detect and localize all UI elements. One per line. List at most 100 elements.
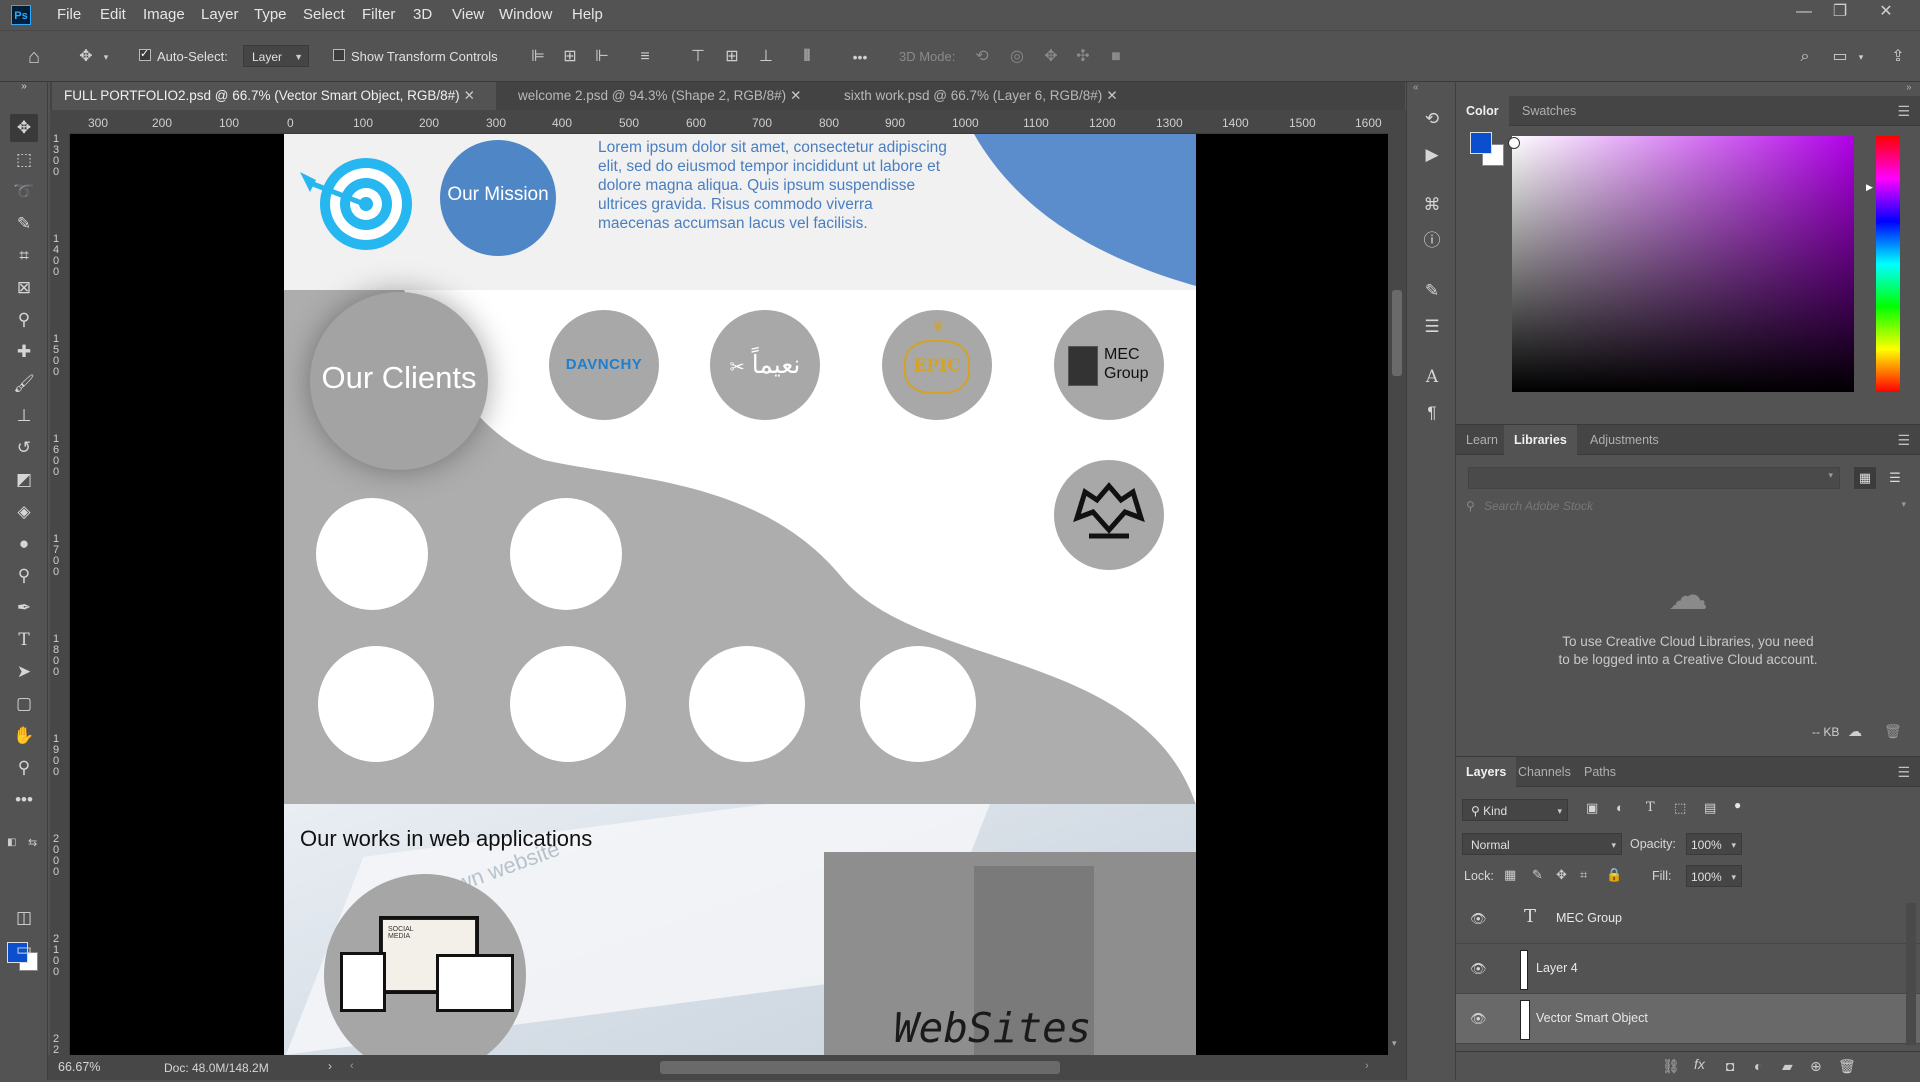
- 3d-icon[interactable]: ⌘: [1419, 192, 1445, 218]
- distribute-vertical-icon[interactable]: ⫴: [795, 45, 819, 69]
- collapse-icon[interactable]: «: [1413, 82, 1419, 93]
- paragraph-icon[interactable]: ¶: [1419, 400, 1445, 426]
- frame-tool-icon[interactable]: ⊠: [10, 274, 38, 302]
- collapse-icon[interactable]: »: [1906, 82, 1912, 93]
- menu-help[interactable]: Help: [572, 0, 603, 30]
- filter-type-icon[interactable]: T: [1646, 800, 1655, 815]
- visibility-eye-icon[interactable]: 👁: [1470, 961, 1487, 977]
- hand-tool-icon[interactable]: ✋: [10, 722, 38, 750]
- color-picker-handle[interactable]: [1508, 137, 1520, 149]
- panel-menu-icon[interactable]: ☰: [1897, 764, 1910, 781]
- tab-full-portfolio[interactable]: FULL PORTFOLIO2.psd @ 66.7% (Vector Smar…: [52, 82, 496, 110]
- layer-row-mec-group[interactable]: 👁 T MEC Group: [1456, 894, 1920, 944]
- quick-selection-tool-icon[interactable]: ✎: [10, 210, 38, 238]
- lock-artboard-icon[interactable]: ⌗: [1580, 867, 1587, 883]
- chevron-down-icon[interactable]: ▾: [1901, 499, 1906, 510]
- layer-row-layer-4[interactable]: 👁 Layer 4: [1456, 944, 1920, 994]
- menu-layer[interactable]: Layer: [201, 0, 239, 30]
- trash-icon[interactable]: 🗑: [1838, 1058, 1856, 1075]
- minimize-button[interactable]: —: [1786, 0, 1822, 26]
- eyedropper-tool-icon[interactable]: ⚲: [10, 306, 38, 334]
- opacity-field[interactable]: 100% ▾: [1686, 833, 1742, 855]
- pen-tool-icon[interactable]: ✒: [10, 594, 38, 622]
- cc-sync-icon[interactable]: ☁: [1848, 723, 1862, 740]
- horizontal-ruler[interactable]: 300 200 100 0 100 200 300 400 500 600 70…: [70, 110, 1388, 134]
- fill-field[interactable]: 100% ▾: [1686, 865, 1742, 887]
- tab-paths[interactable]: Paths: [1574, 757, 1626, 787]
- tab-libraries[interactable]: Libraries: [1504, 425, 1577, 455]
- align-left-icon[interactable]: ⊫: [526, 45, 550, 69]
- quick-mask-icon[interactable]: ◫: [10, 904, 38, 932]
- actions-play-icon[interactable]: ▶: [1419, 142, 1445, 168]
- grid-view-icon[interactable]: ▦: [1854, 467, 1876, 489]
- ruler-origin[interactable]: [50, 110, 70, 134]
- auto-select-target-dropdown[interactable]: Layer ▼: [243, 45, 309, 67]
- chevron-down-icon[interactable]: ▾: [100, 45, 112, 69]
- canvas-area[interactable]: Our Mission Lorem ipsum dolor sit amet, …: [70, 134, 1388, 1055]
- workspace-icon[interactable]: ▭: [1828, 45, 1852, 69]
- info-icon[interactable]: ⓘ: [1419, 228, 1445, 254]
- align-bottom-icon[interactable]: ⊥: [754, 45, 778, 69]
- distribute-icon[interactable]: ≡: [633, 45, 657, 69]
- lock-pixels-icon[interactable]: ✎: [1532, 867, 1543, 883]
- lock-position-icon[interactable]: ✥: [1556, 867, 1567, 883]
- adjust-sliders-icon[interactable]: ☰: [1419, 314, 1445, 340]
- type-tool-icon[interactable]: T: [10, 626, 38, 654]
- library-select[interactable]: ▾: [1468, 467, 1840, 489]
- stock-search-input[interactable]: Search Adobe Stock: [1484, 499, 1884, 513]
- close-icon[interactable]: ✕: [464, 88, 475, 103]
- scroll-thumb[interactable]: [1392, 290, 1402, 376]
- layers-scrollbar[interactable]: [1906, 903, 1916, 1045]
- scroll-left-icon[interactable]: ‹: [350, 1060, 354, 1072]
- auto-select-checkbox[interactable]: [139, 47, 151, 61]
- trash-icon[interactable]: 🗑: [1884, 723, 1902, 740]
- menu-type[interactable]: Type: [254, 0, 287, 30]
- collapse-icon[interactable]: »: [10, 80, 38, 94]
- zoom-level[interactable]: 66.67%: [58, 1060, 100, 1074]
- document-canvas[interactable]: Our Mission Lorem ipsum dolor sit amet, …: [284, 134, 1196, 1055]
- default-colors-icon[interactable]: ◧: [7, 837, 19, 849]
- foreground-color-swatch[interactable]: [1470, 132, 1492, 154]
- align-top-icon[interactable]: ⊤: [686, 45, 710, 69]
- tab-channels[interactable]: Channels: [1508, 757, 1581, 787]
- lasso-tool-icon[interactable]: ➰: [10, 178, 38, 206]
- filter-toggle-icon[interactable]: ●: [1734, 798, 1741, 812]
- chevron-right-icon[interactable]: ›: [328, 1059, 332, 1073]
- align-hcenter-icon[interactable]: ⊞: [558, 45, 582, 69]
- swap-colors-icon[interactable]: ⇆: [28, 836, 37, 849]
- layer-filter-dropdown[interactable]: ⚲ Kind ▾: [1462, 799, 1568, 821]
- new-group-icon[interactable]: ▰: [1782, 1058, 1793, 1075]
- adjustment-layer-icon[interactable]: ◐: [1754, 1058, 1762, 1074]
- path-selection-tool-icon[interactable]: ➤: [10, 658, 38, 686]
- zoom-tool-icon[interactable]: ⚲: [10, 754, 38, 782]
- home-icon[interactable]: ⌂: [22, 45, 46, 69]
- list-view-icon[interactable]: ☰: [1884, 467, 1906, 489]
- show-transform-checkbox[interactable]: [333, 49, 345, 61]
- panel-menu-icon[interactable]: ☰: [1897, 103, 1910, 120]
- marquee-tool-icon[interactable]: ⬚: [10, 146, 38, 174]
- menu-filter[interactable]: Filter: [362, 0, 395, 30]
- link-layers-icon[interactable]: ⛓: [1662, 1058, 1680, 1075]
- align-vcenter-icon[interactable]: ⊞: [720, 45, 744, 69]
- blend-mode-dropdown[interactable]: Normal ▾: [1462, 833, 1622, 855]
- brush-settings-icon[interactable]: ✎: [1419, 278, 1445, 304]
- history-brush-tool-icon[interactable]: ↺: [10, 434, 38, 462]
- filter-shape-icon[interactable]: ⬚: [1674, 800, 1686, 816]
- screen-mode-icon[interactable]: ▭: [10, 936, 38, 964]
- filter-smart-object-icon[interactable]: ▤: [1704, 800, 1716, 816]
- brush-tool-icon[interactable]: 🖌: [10, 370, 38, 398]
- tab-color[interactable]: Color: [1456, 96, 1509, 126]
- edit-toolbar-icon[interactable]: •••: [10, 786, 38, 814]
- history-icon[interactable]: ⟲: [1419, 106, 1445, 132]
- close-icon[interactable]: ✕: [1106, 88, 1117, 103]
- add-mask-icon[interactable]: ◘: [1726, 1058, 1734, 1074]
- tab-adjustments[interactable]: Adjustments: [1580, 425, 1669, 455]
- tab-sixth-work[interactable]: sixth work.psd @ 66.7% (Layer 6, RGB/8#)…: [832, 82, 1152, 110]
- filter-adjustment-icon[interactable]: ◐: [1616, 800, 1624, 815]
- fx-icon[interactable]: fx: [1694, 1056, 1705, 1072]
- more-options-icon[interactable]: •••: [848, 45, 872, 69]
- crop-tool-icon[interactable]: ⌗: [10, 242, 38, 270]
- chevron-down-icon[interactable]: ▾: [1855, 45, 1867, 69]
- hue-slider-handle[interactable]: ▶: [1866, 182, 1873, 193]
- visibility-eye-icon[interactable]: 👁: [1470, 1011, 1487, 1027]
